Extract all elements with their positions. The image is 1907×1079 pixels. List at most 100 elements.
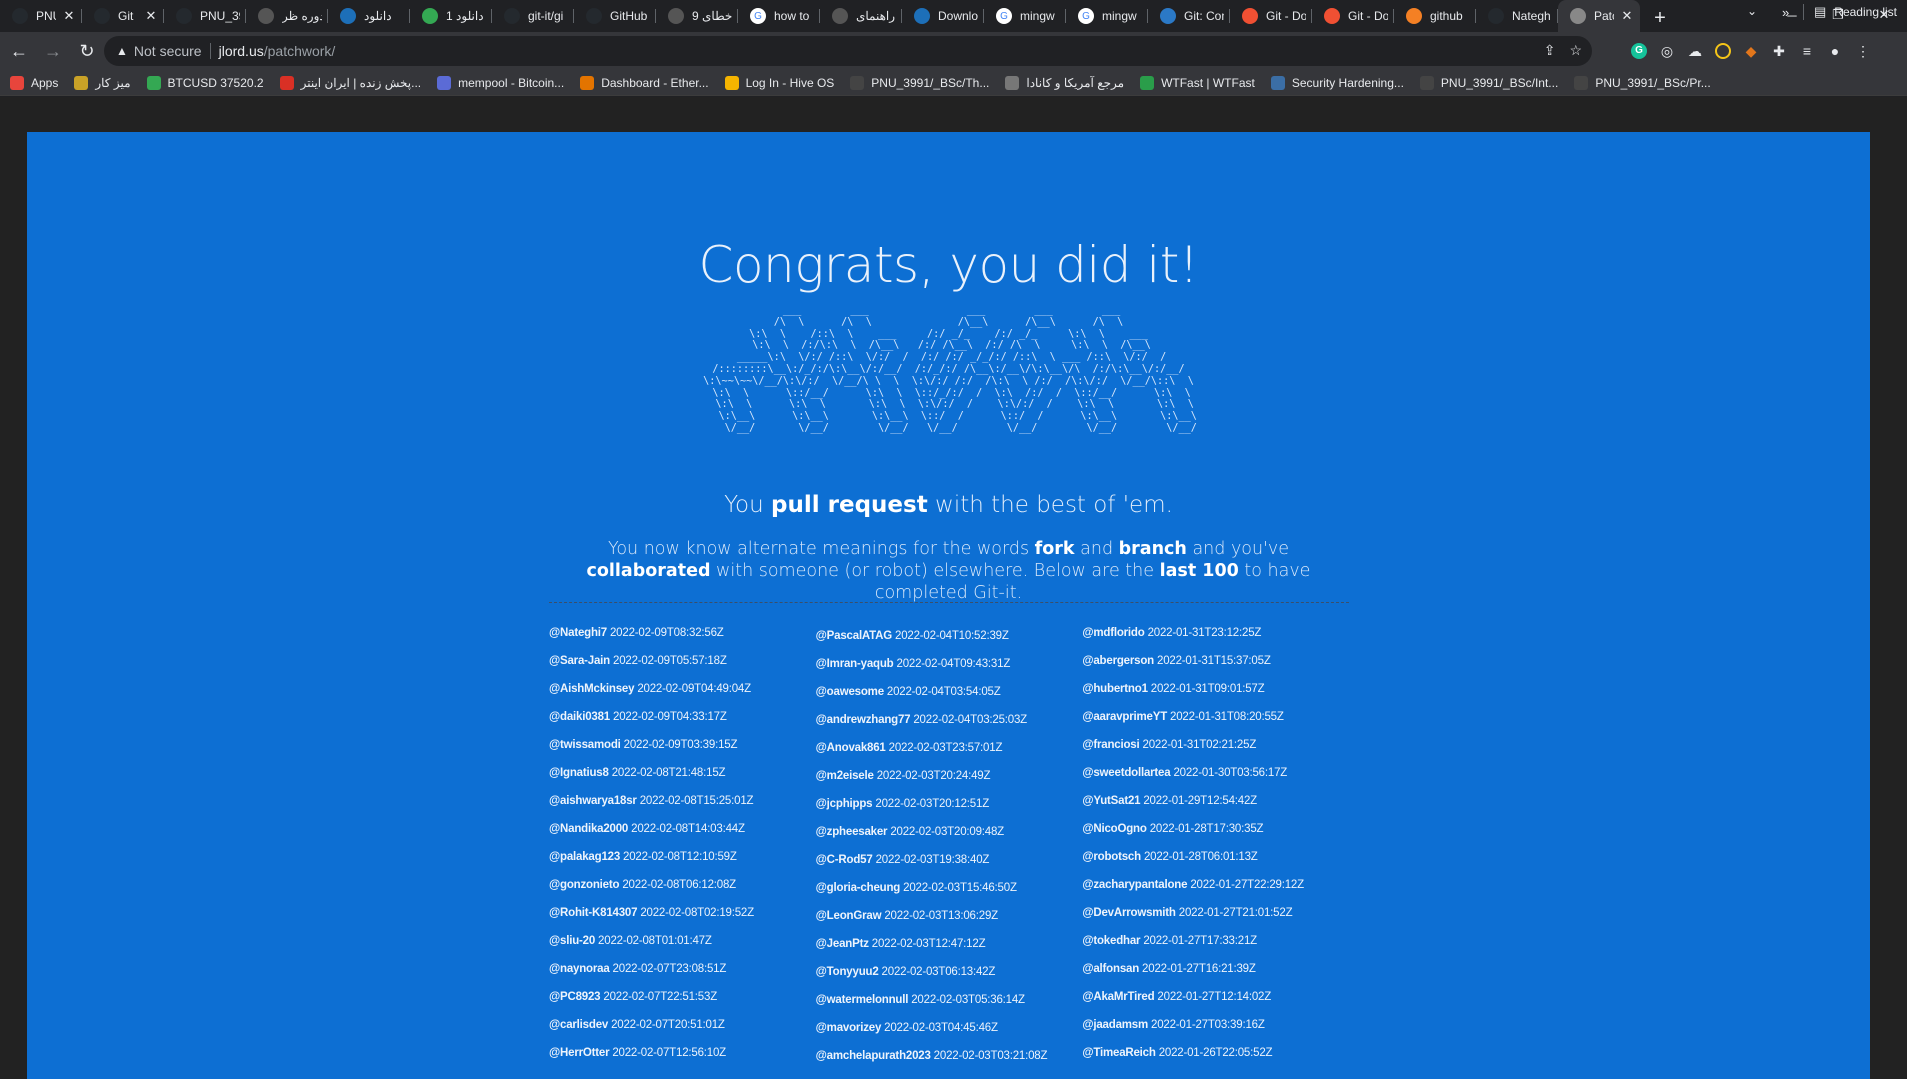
tab-16[interactable]: Git - Do xyxy=(1312,0,1394,32)
username-link[interactable]: @watermelonnull xyxy=(816,994,909,1006)
username-link[interactable]: @oawesome xyxy=(816,686,884,698)
media-control-icon[interactable]: ≡ xyxy=(1793,37,1821,65)
tab-5[interactable]: دانلود 1 xyxy=(410,0,492,32)
tab-2[interactable]: PNU_39 xyxy=(164,0,246,32)
username-link[interactable]: @YutSat21 xyxy=(1082,795,1140,807)
username-link[interactable]: @aishwarya18sr xyxy=(549,795,637,807)
new-tab-button[interactable]: + xyxy=(1646,4,1674,32)
tab-18[interactable]: Nategh xyxy=(1476,0,1558,32)
tab-0[interactable]: PNU ✕ xyxy=(0,0,82,32)
username-link[interactable]: @sweetdollartea xyxy=(1082,767,1170,779)
bookmark-item[interactable]: BTCUSD 37520.2 xyxy=(146,75,264,90)
extensions-puzzle-icon[interactable]: ✚ xyxy=(1765,37,1793,65)
username-link[interactable]: @PC8923 xyxy=(549,991,601,1003)
username-link[interactable]: @m2eisele xyxy=(816,770,874,782)
username-link[interactable]: @AkaMrTired xyxy=(1082,991,1154,1003)
address-bar[interactable]: ▲ Not secure jlord.us /patchwork/ ⇪ ☆ xyxy=(104,36,1592,66)
tab-13[interactable]: Gmingw xyxy=(1066,0,1148,32)
username-link[interactable]: @Imran-yaqub xyxy=(816,658,894,670)
tab-close-icon[interactable]: ✕ xyxy=(62,8,76,24)
username-link[interactable]: @franciosi xyxy=(1082,739,1139,751)
tab-12[interactable]: Gmingw xyxy=(984,0,1066,32)
bookmark-item[interactable]: WTFast | WTFast xyxy=(1140,75,1255,90)
yellow-extension-icon[interactable] xyxy=(1709,37,1737,65)
reload-icon[interactable]: ↻ xyxy=(72,36,102,66)
tab-9[interactable]: Ghow to xyxy=(738,0,820,32)
cloud-extension-icon[interactable]: ☁ xyxy=(1681,37,1709,65)
bookmark-item[interactable]: mempool - Bitcoin... xyxy=(437,75,564,90)
tab-4[interactable]: دانلود xyxy=(328,0,410,32)
bookmark-item[interactable]: Dashboard - Ether... xyxy=(580,75,709,90)
bookmark-item[interactable]: مرجع آمریکا و کانادا xyxy=(1005,75,1124,90)
bookmark-item[interactable]: Security Hardening... xyxy=(1270,75,1404,90)
username-link[interactable]: @gloria-cheung xyxy=(816,882,901,894)
username-link[interactable]: @palakag123 xyxy=(549,851,620,863)
username-link[interactable]: @carlisdev xyxy=(549,1019,608,1031)
username-link[interactable]: @mavorizey xyxy=(816,1022,882,1034)
tab-10[interactable]: راهنمای xyxy=(820,0,902,32)
metamask-icon[interactable]: ◆ xyxy=(1737,37,1765,65)
username-link[interactable]: @Sara-Jain xyxy=(549,655,610,667)
menu-kebab-icon[interactable]: ⋮ xyxy=(1849,37,1877,65)
username-link[interactable]: @Ignatius8 xyxy=(549,767,609,779)
bookmark-item[interactable]: Log In - Hive OS xyxy=(724,75,834,90)
username-link[interactable]: @twissamodi xyxy=(549,739,621,751)
username-link[interactable]: @AishMckinsey xyxy=(549,683,635,695)
username-link[interactable]: @zacharypantalone xyxy=(1082,879,1187,891)
bookmark-item[interactable]: پخش زنده | ایران اینتر... xyxy=(279,75,421,90)
username-link[interactable]: @Tonyyuu2 xyxy=(816,966,879,978)
username-link[interactable]: @Anovak861 xyxy=(816,742,886,754)
bookmark-item[interactable]: PNU_3991/_BSc/Int... xyxy=(1419,75,1558,90)
tab-search-icon[interactable]: ⌄ xyxy=(1740,4,1764,18)
tab-1[interactable]: Git ✕ xyxy=(82,0,164,32)
username-link[interactable]: @DevArrowsmith xyxy=(1082,907,1176,919)
bookmarks-overflow-icon[interactable]: » xyxy=(1782,5,1789,20)
bookmark-item[interactable]: Apps xyxy=(10,75,58,90)
username-link[interactable]: @sliu-20 xyxy=(549,935,595,947)
username-link[interactable]: @amchelapurath2023 xyxy=(816,1050,931,1062)
username-link[interactable]: @zpheesaker xyxy=(816,826,888,838)
username-link[interactable]: @daiki0381 xyxy=(549,711,610,723)
username-link[interactable]: @jaadamsm xyxy=(1082,1019,1148,1031)
username-link[interactable]: @andrewzhang77 xyxy=(816,714,911,726)
username-link[interactable]: @PascalATAG xyxy=(816,630,893,642)
username-link[interactable]: @JeanPtz xyxy=(816,938,869,950)
tab-3[interactable]: دوره ظر xyxy=(246,0,328,32)
tab-close-icon[interactable]: ✕ xyxy=(1620,8,1634,24)
grammarly-icon[interactable]: G xyxy=(1625,37,1653,65)
bookmark-item[interactable]: میز کار xyxy=(74,75,131,90)
username-link[interactable]: @hubertno1 xyxy=(1082,683,1148,695)
username-link[interactable]: @TimeaReich xyxy=(1082,1047,1156,1059)
tab-15[interactable]: Git - Do xyxy=(1230,0,1312,32)
username-link[interactable]: @naynoraa xyxy=(549,963,610,975)
username-link[interactable]: @tokedhar xyxy=(1082,935,1140,947)
bookmark-item[interactable]: PNU_3991/_BSc/Th... xyxy=(850,75,989,90)
username-link[interactable]: @Nateghi7 xyxy=(549,627,607,639)
profile-icon[interactable]: ● xyxy=(1821,37,1849,65)
bookmark-star-icon[interactable]: ☆ xyxy=(1569,42,1582,59)
tab-7[interactable]: GitHub xyxy=(574,0,656,32)
reading-list-button[interactable]: ▤ Reading list xyxy=(1803,4,1897,20)
username-link[interactable]: @NicoOgno xyxy=(1082,823,1147,835)
username-link[interactable]: @Rohit-K814307 xyxy=(549,907,638,919)
share-icon[interactable]: ⇪ xyxy=(1544,42,1556,59)
tab-8[interactable]: خطای 9 xyxy=(656,0,738,32)
username-link[interactable]: @mdflorido xyxy=(1082,627,1144,639)
translate-extension-icon[interactable]: ◎ xyxy=(1653,37,1681,65)
username-link[interactable]: @aaravprimeYT xyxy=(1082,711,1167,723)
username-link[interactable]: @abergerson xyxy=(1082,655,1154,667)
tab-6[interactable]: git-it/gi xyxy=(492,0,574,32)
tab-close-icon[interactable]: ✕ xyxy=(144,8,158,24)
tab-19[interactable]: Patc ✕ xyxy=(1558,0,1640,32)
username-link[interactable]: @alfonsan xyxy=(1082,963,1139,975)
back-icon[interactable]: ← xyxy=(4,36,34,66)
forward-icon[interactable]: → xyxy=(38,36,68,66)
username-link[interactable]: @LeonGraw xyxy=(816,910,882,922)
username-link[interactable]: @gonzonieto xyxy=(549,879,620,891)
username-link[interactable]: @robotsch xyxy=(1082,851,1141,863)
username-link[interactable]: @C-Rod57 xyxy=(816,854,873,866)
bookmark-item[interactable]: PNU_3991/_BSc/Pr... xyxy=(1574,75,1711,90)
tab-17[interactable]: github xyxy=(1394,0,1476,32)
username-link[interactable]: @HerrOtter xyxy=(549,1047,610,1059)
username-link[interactable]: @jcphipps xyxy=(816,798,873,810)
